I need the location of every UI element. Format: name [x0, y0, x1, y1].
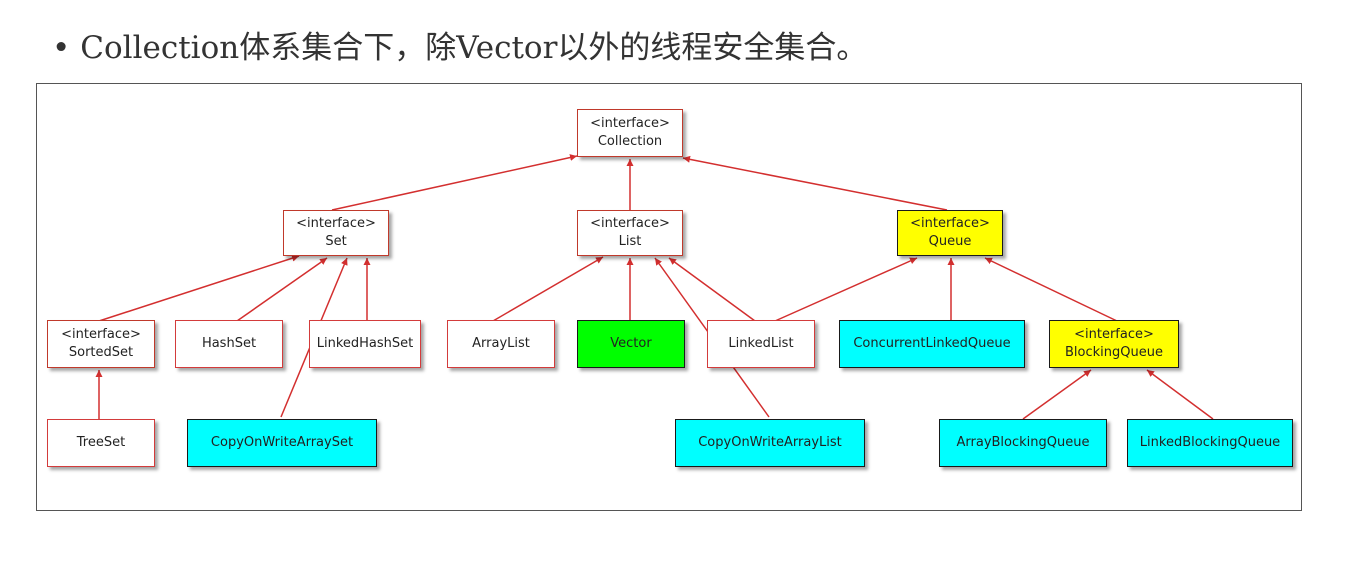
- edge-blockingqueue-queue: [984, 257, 1118, 322]
- sortedset-name: SortedSet: [68, 345, 134, 360]
- node-linkedlist: LinkedList: [707, 320, 815, 368]
- node-collection: <interface> Collection: [577, 109, 683, 157]
- node-concurrentlinkedqueue: ConcurrentLinkedQueue: [839, 320, 1025, 368]
- edge-linkedblockingqueue-blockingqueue: [1146, 369, 1214, 420]
- bullet: •: [52, 30, 71, 66]
- node-copyonwritearrayset: CopyOnWriteArraySet: [187, 419, 377, 467]
- node-vector: Vector: [577, 320, 685, 368]
- node-hashset: HashSet: [175, 320, 283, 368]
- treeset-name: TreeSet: [76, 435, 126, 450]
- vector-name: Vector: [610, 336, 652, 351]
- edge-hashset-set: [236, 257, 328, 322]
- edge-linkedlist-list: [668, 257, 756, 322]
- list-stereotype: <interface>: [590, 216, 670, 231]
- edge-queue-collection: [682, 155, 948, 211]
- node-queue: <interface> Queue: [897, 210, 1003, 256]
- edge-arrayblockingqueue-blockingqueue: [1022, 369, 1092, 420]
- node-copyonwritearraylist: CopyOnWriteArrayList: [675, 419, 865, 467]
- edge-linkedlist-queue: [774, 257, 918, 322]
- node-blockingqueue: <interface> BlockingQueue: [1049, 320, 1179, 368]
- set-stereotype: <interface>: [296, 216, 376, 231]
- node-treeset: TreeSet: [47, 419, 155, 467]
- collection-stereotype: <interface>: [590, 116, 670, 131]
- class-hierarchy-diagram: <interface> Collection <interface> Set <…: [36, 83, 1302, 511]
- edge-set-collection: [331, 154, 578, 211]
- hashset-name: HashSet: [201, 336, 257, 351]
- linkedblockingqueue-name: LinkedBlockingQueue: [1139, 435, 1281, 450]
- node-linkedhashset: LinkedHashSet: [309, 320, 421, 368]
- slide-heading: • Collection体系集合下，除Vector以外的线程安全集合。: [52, 22, 867, 67]
- arrayblockingqueue-name: ArrayBlockingQueue: [956, 435, 1090, 450]
- node-list: <interface> List: [577, 210, 683, 256]
- list-name: List: [618, 234, 642, 249]
- queue-stereotype: <interface>: [910, 216, 990, 231]
- node-linkedblockingqueue: LinkedBlockingQueue: [1127, 419, 1293, 467]
- blockingqueue-stereotype: <interface>: [1074, 327, 1154, 342]
- set-name: Set: [325, 234, 347, 249]
- heading-text: Collection体系集合下，除Vector以外的线程安全集合。: [80, 30, 868, 66]
- blockingqueue-name: BlockingQueue: [1065, 345, 1163, 360]
- arraylist-name: ArrayList: [472, 336, 530, 351]
- copyonwritearrayset-name: CopyOnWriteArraySet: [210, 435, 354, 450]
- node-set: <interface> Set: [283, 210, 389, 256]
- edge-arraylist-list: [492, 256, 604, 322]
- linkedhashset-name: LinkedHashSet: [316, 336, 414, 351]
- node-arrayblockingqueue: ArrayBlockingQueue: [939, 419, 1107, 467]
- queue-name: Queue: [928, 234, 972, 249]
- concurrentlinkedqueue-name: ConcurrentLinkedQueue: [853, 336, 1011, 351]
- node-arraylist: ArrayList: [447, 320, 555, 368]
- collection-name: Collection: [597, 134, 663, 149]
- edge-sortedset-set: [98, 254, 300, 322]
- sortedset-stereotype: <interface>: [61, 327, 141, 342]
- copyonwritearraylist-name: CopyOnWriteArrayList: [698, 435, 842, 450]
- node-sortedset: <interface> SortedSet: [47, 320, 155, 368]
- linkedlist-name: LinkedList: [728, 336, 794, 351]
